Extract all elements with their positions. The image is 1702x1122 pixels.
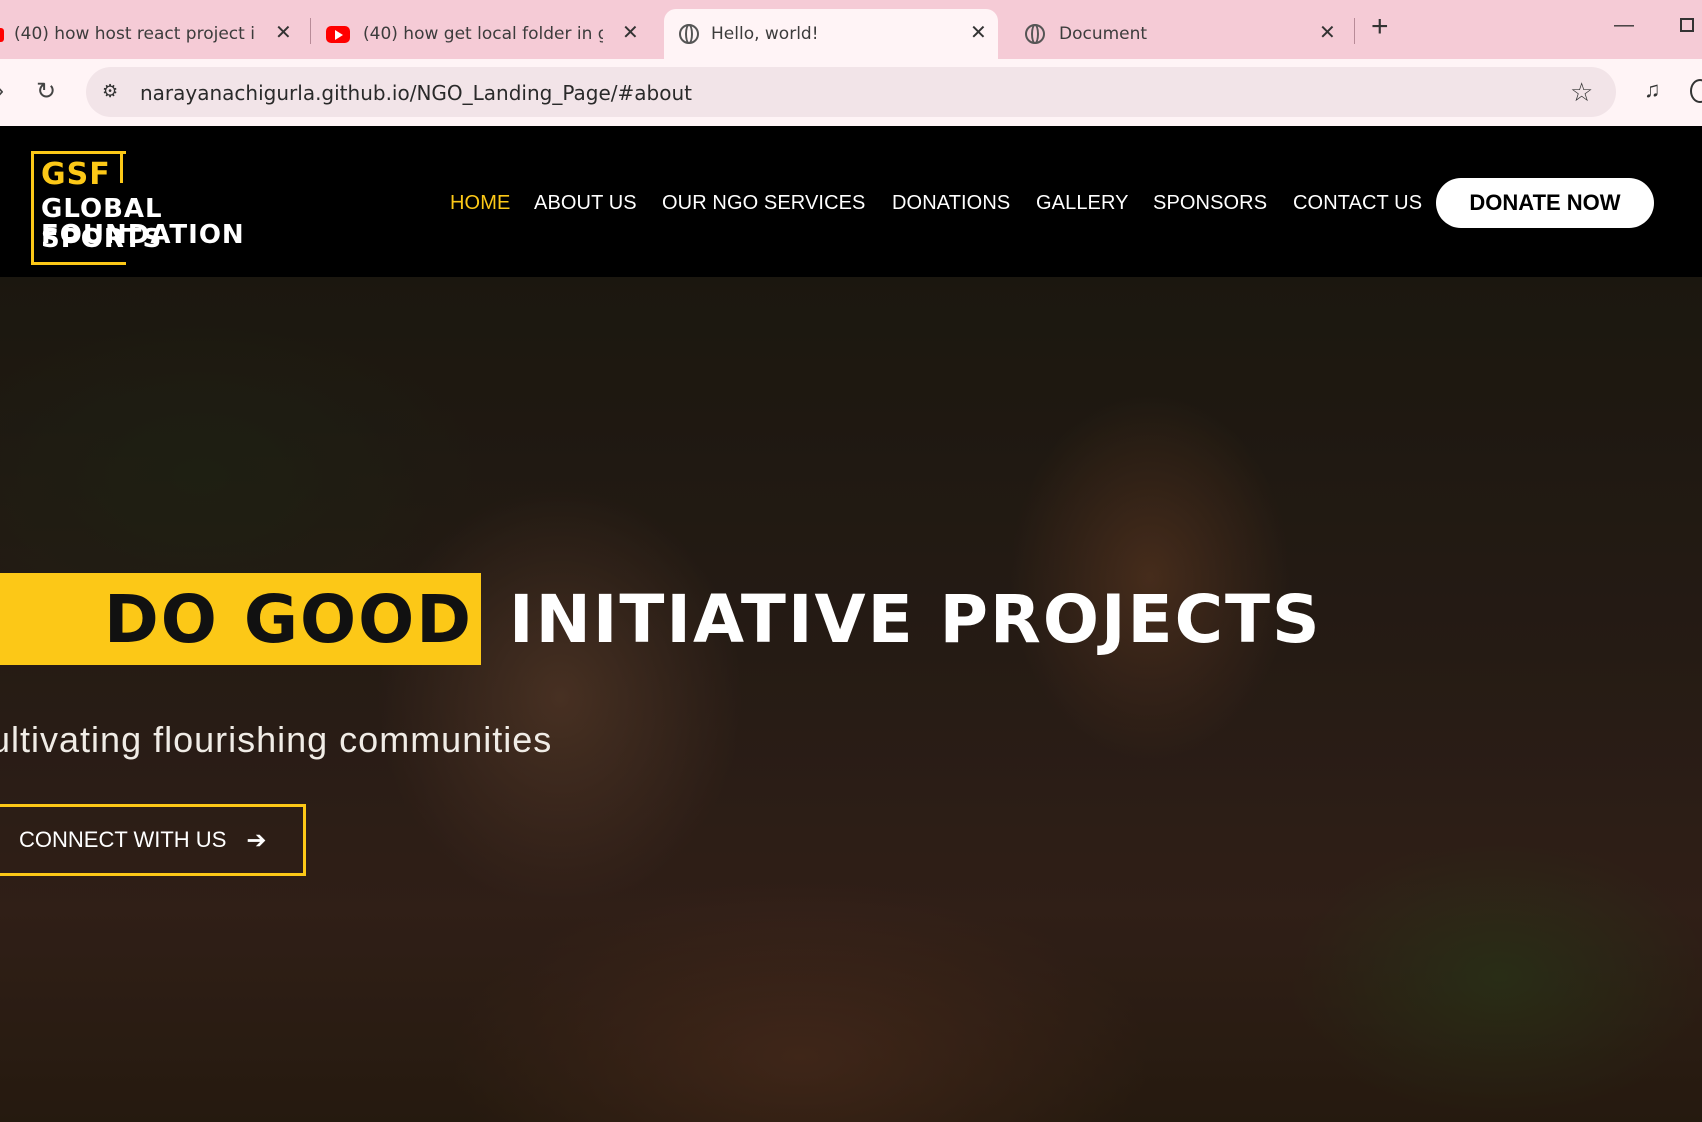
nav-sponsors[interactable]: SPONSORS	[1153, 192, 1267, 215]
globe-icon	[679, 24, 699, 44]
nav-donations[interactable]: DONATIONS	[892, 192, 1010, 215]
hero-section: DO GOOD INITIATIVE PROJECTS ultivating f…	[0, 277, 1702, 1122]
hero-background-image	[0, 277, 1702, 1122]
donate-now-button[interactable]: DONATE NOW	[1436, 178, 1654, 228]
address-bar[interactable]: ⚙ narayanachigurla.github.io/NGO_Landing…	[86, 67, 1616, 117]
nav-ngo-services[interactable]: OUR NGO SERVICES	[662, 192, 866, 215]
tab-title: (40) how host react project in n	[14, 24, 256, 44]
browser-tab-active[interactable]: Hello, world! ✕	[664, 9, 998, 59]
nav-contact-us[interactable]: CONTACT US	[1293, 192, 1422, 215]
logo-frame-tick	[120, 151, 123, 183]
headline-rest: INITIATIVE PROJECTS	[509, 580, 1322, 658]
bookmark-star-icon[interactable]: ☆	[1570, 77, 1593, 108]
close-icon[interactable]: ✕	[275, 20, 292, 44]
profile-avatar[interactable]	[1690, 79, 1702, 103]
new-tab-button[interactable]: +	[1371, 10, 1389, 44]
close-icon[interactable]: ✕	[622, 20, 639, 44]
arrow-right-icon: ➔	[246, 826, 267, 854]
site-logo[interactable]: GSF GLOBAL SPORTS FOUNDATION	[31, 151, 291, 265]
tab-separator	[1354, 18, 1355, 44]
browser-tab-strip: (40) how host react project in n ✕ (40) …	[0, 0, 1702, 59]
youtube-icon	[0, 28, 4, 42]
globe-icon	[1025, 24, 1045, 44]
youtube-icon	[326, 26, 350, 43]
logo-short: GSF	[41, 157, 111, 192]
site-header: GSF GLOBAL SPORTS FOUNDATION HOME ABOUT …	[0, 126, 1702, 277]
connect-with-us-button[interactable]: CONNECT WITH US ➔	[0, 804, 306, 876]
back-arrow-icon[interactable]: ›	[0, 77, 4, 105]
close-icon[interactable]: ✕	[970, 20, 987, 44]
nav-about-us[interactable]: ABOUT US	[534, 192, 637, 215]
restore-button[interactable]	[1680, 18, 1694, 32]
reload-icon[interactable]: ↻	[36, 77, 56, 106]
nav-home[interactable]: HOME	[450, 192, 510, 215]
hero-headline: DO GOOD INITIATIVE PROJECTS	[0, 573, 1322, 665]
site-settings-icon[interactable]: ⚙	[102, 81, 118, 102]
connect-button-label: CONNECT WITH US	[19, 827, 227, 852]
tab-separator	[310, 18, 311, 44]
nav-gallery[interactable]: GALLERY	[1036, 192, 1129, 215]
hero-subtitle: ultivating flourishing communities	[0, 719, 553, 760]
logo-line-2: FOUNDATION	[41, 220, 245, 250]
url-text[interactable]: narayanachigurla.github.io/NGO_Landing_P…	[140, 81, 692, 105]
headline-highlight: DO GOOD	[0, 573, 482, 665]
browser-tab[interactable]: (40) how host react project in n ✕	[0, 9, 292, 59]
close-icon[interactable]: ✕	[1319, 20, 1336, 44]
tab-title: (40) how get local folder in git -	[363, 24, 603, 44]
tab-title: Hello, world!	[711, 24, 819, 44]
browser-toolbar: › ↻ ⚙ narayanachigurla.github.io/NGO_Lan…	[0, 59, 1702, 126]
browser-tab[interactable]: Document ✕	[1012, 9, 1342, 59]
media-control-icon[interactable]: ♫	[1644, 77, 1661, 103]
browser-tab[interactable]: (40) how get local folder in git - ✕	[326, 9, 646, 59]
minimize-button[interactable]: —	[1614, 14, 1634, 37]
tab-title: Document	[1059, 24, 1148, 44]
